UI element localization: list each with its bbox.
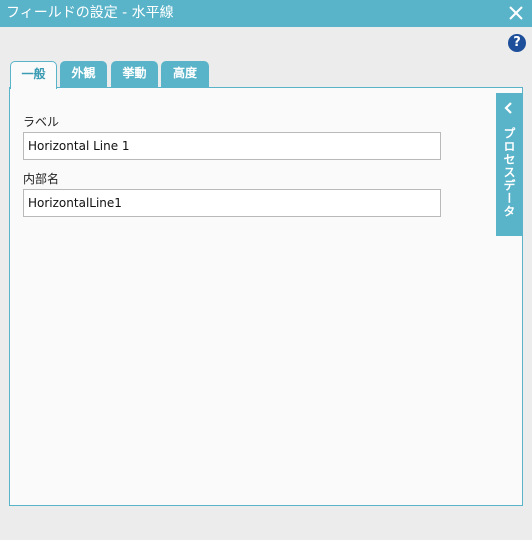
internal-name-caption: 内部名 bbox=[23, 172, 60, 186]
dialog-titlebar: フィールドの設定 - 水平線 bbox=[0, 0, 532, 27]
dialog-title: フィールドの設定 - 水平線 bbox=[6, 5, 174, 21]
label-field-caption: ラベル bbox=[23, 115, 60, 129]
dialog-footer bbox=[0, 512, 532, 540]
help-icon[interactable]: ? bbox=[508, 34, 526, 52]
tab-advanced[interactable]: 高度 bbox=[161, 61, 209, 88]
close-icon[interactable] bbox=[506, 3, 526, 23]
internal-name-input[interactable] bbox=[23, 189, 441, 217]
chevron-left-icon bbox=[503, 101, 515, 118]
tab-behavior[interactable]: 挙動 bbox=[111, 61, 158, 88]
settings-panel: ラベル 内部名 bbox=[9, 87, 523, 506]
process-data-side-tab[interactable]: プロセスデータ bbox=[496, 93, 522, 236]
tab-general[interactable]: 一般 bbox=[10, 61, 57, 89]
label-input[interactable] bbox=[23, 132, 441, 160]
tab-appearance[interactable]: 外観 bbox=[60, 61, 107, 88]
process-data-label: プロセスデータ bbox=[502, 127, 516, 218]
